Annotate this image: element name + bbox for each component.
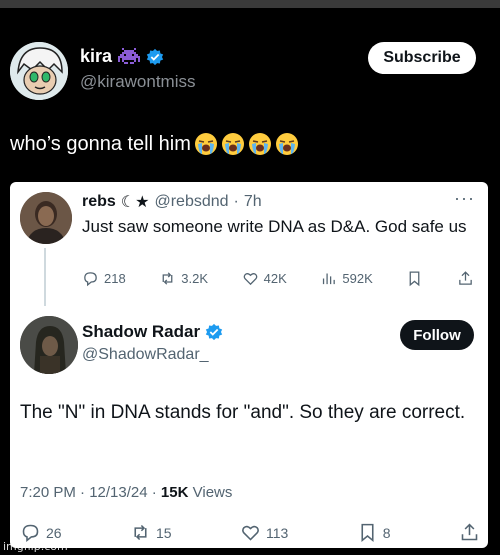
share-icon [459,271,472,285]
heart-icon [243,273,257,286]
bookmark-count: 8 [382,524,391,541]
person-photo-icon [20,192,72,244]
verified-badge-icon [146,48,164,65]
bookmark-button[interactable]: 8 [357,522,391,543]
loudly-crying-face-icon [194,133,217,155]
repost-count: 15 [156,524,172,541]
reply-time[interactable]: 7h [244,193,262,211]
post-meta: 7:20 PM · 12/13/24 · 15K Views [20,484,232,501]
reply-author-name[interactable]: rebs [82,193,116,211]
post-text: who’s gonna tell him [10,132,191,155]
watermark: imgflip.com [3,540,68,553]
top-edge [0,0,500,8]
bookmark-icon [361,523,374,543]
main-author-handle[interactable]: @ShadowRadar_ [82,346,209,364]
repost-button[interactable]: 15 [130,522,172,543]
post-text-row: who’s gonna tell him [10,132,299,156]
main-author-row: Shadow Radar [82,322,223,342]
share-button[interactable] [459,522,480,543]
alien-monster-icon [118,47,141,64]
reply-count: 218 [104,271,126,286]
reply-header: rebs ☾★ @rebsdnd · 7h [82,192,262,212]
post-datetime[interactable]: 7:20 PM · 12/13/24 · [20,484,161,501]
views-total: 15K [160,484,189,501]
like-button[interactable]: 113 [240,522,288,543]
main-author-name[interactable]: Shadow Radar [82,322,200,342]
hooded-figure-icon [20,316,78,374]
more-options-icon[interactable]: ··· [454,188,475,209]
reply-button[interactable]: 218 [82,270,126,287]
author-name-row: kira [80,46,164,67]
reply-avatar[interactable] [20,192,72,244]
reply-handle[interactable]: @rebsdnd [154,193,228,211]
author-name[interactable]: kira [80,46,112,67]
bar-chart-icon [323,273,336,285]
thread-connector [44,248,46,306]
main-author-avatar[interactable] [20,316,78,374]
repost-icon [134,524,147,541]
heart-icon [242,525,259,541]
bookmark-button[interactable] [406,270,423,287]
subscribe-button[interactable]: Subscribe [368,42,476,74]
reply-actions: 218 3.2K 42K 592K [82,270,474,287]
comment-icon [84,272,97,287]
loudly-crying-face-icon [275,133,298,155]
like-count: 42K [263,271,287,286]
dot-separator: · [233,193,239,210]
loudly-crying-face-icon [221,133,244,155]
reply-text: Just saw someone write DNA as D&A. God s… [82,217,467,236]
bookmark-icon [409,271,420,287]
share-button[interactable] [457,270,474,287]
follow-button[interactable]: Follow [400,320,474,350]
main-post-text: The "N" in DNA stands for "and". So they… [20,402,466,423]
repost-count: 3.2K [181,271,209,286]
avatar[interactable] [10,42,68,100]
embedded-screenshot: rebs ☾★ @rebsdnd · 7h ··· Just saw someo… [10,182,488,548]
like-button[interactable]: 42K [242,270,287,287]
views-label: Views [192,484,233,501]
like-count: 113 [266,524,289,541]
author-handle[interactable]: @kirawontmiss [80,72,196,92]
views-button[interactable]: 592K [320,270,373,287]
main-actions: 26 15 113 8 [20,522,480,543]
share-icon [461,523,478,541]
repost-icon [162,272,173,285]
loudly-crying-face-icon [248,133,271,155]
reply-count: 26 [46,524,62,541]
verified-badge-icon [205,323,223,341]
reply-name-suffix: ☾★ [120,194,150,211]
repost-button[interactable]: 3.2K [159,270,208,287]
cartoon-avatar-icon [10,42,68,100]
views-count: 592K [342,271,373,286]
